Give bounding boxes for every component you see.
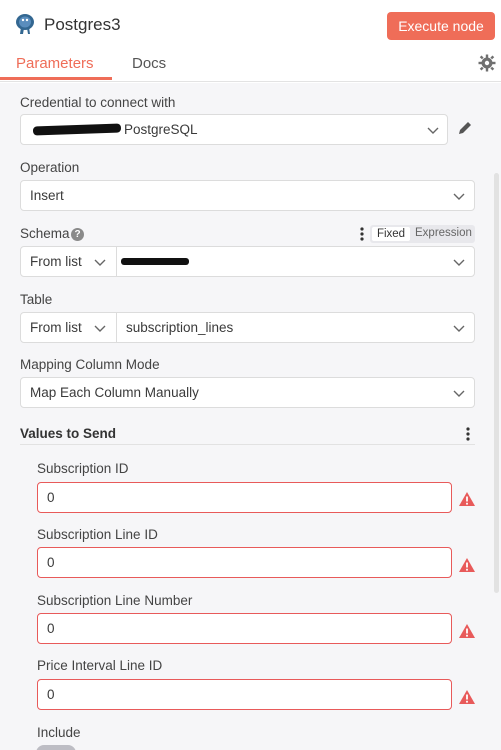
value-input[interactable]: 0 (37, 679, 452, 710)
field-label: Subscription Line Number (37, 593, 193, 608)
warning-icon (459, 690, 475, 704)
value-input[interactable]: 0 (37, 482, 452, 513)
tab-bar: Parameters Docs (0, 50, 501, 82)
active-tab-indicator (0, 77, 112, 80)
schema-select[interactable]: From list (20, 246, 475, 277)
mapping-select[interactable]: Map Each Column Manually (20, 377, 475, 408)
table-label: Table (20, 292, 53, 307)
tab-parameters[interactable]: Parameters (16, 55, 94, 72)
fixed-expression-toggle[interactable]: Fixed Expression (370, 225, 475, 243)
value-text: 0 (47, 687, 55, 702)
scrollbar[interactable] (494, 173, 499, 593)
redacted-mark (121, 258, 189, 265)
mapping-label: Mapping Column Mode (20, 357, 160, 372)
pencil-icon[interactable] (457, 120, 473, 136)
credential-value: PostgreSQL (124, 122, 198, 137)
warning-icon (459, 492, 475, 506)
mapping-value: Map Each Column Manually (30, 385, 199, 400)
operation-select[interactable]: Insert (20, 180, 475, 211)
schema-label: Schema (20, 226, 70, 241)
include-label: Include (37, 725, 81, 740)
node-title[interactable]: Postgres3 (44, 15, 121, 35)
table-value: subscription_lines (126, 320, 234, 335)
operation-value: Insert (30, 188, 64, 203)
chevron-down-icon (453, 325, 465, 332)
schema-mode-value[interactable]: From list (30, 254, 82, 269)
value-input[interactable]: 0 (37, 613, 452, 644)
field-divider (116, 247, 117, 276)
include-toggle[interactable] (36, 745, 76, 750)
more-options-icon[interactable] (360, 227, 364, 241)
parameters-panel: Credential to connect with PostgreSQL Op… (0, 83, 501, 750)
chevron-down-icon (453, 259, 465, 266)
chevron-down-icon[interactable] (94, 323, 106, 333)
values-section-title: Values to Send (20, 426, 117, 441)
value-text: 0 (47, 490, 55, 505)
postgres-elephant-icon (16, 14, 34, 34)
chevron-down-icon (453, 193, 465, 200)
credential-select[interactable]: PostgreSQL (20, 114, 448, 145)
chevron-down-icon[interactable] (94, 257, 106, 267)
value-text: 0 (47, 555, 55, 570)
field-divider (116, 313, 117, 342)
toggle-expression[interactable]: Expression (415, 227, 472, 239)
toggle-fixed[interactable]: Fixed (372, 227, 410, 241)
field-label: Subscription Line ID (37, 527, 158, 542)
node-header: Postgres3 Execute node (0, 0, 501, 50)
section-divider (20, 444, 475, 445)
table-select[interactable]: From list subscription_lines (20, 312, 475, 343)
execute-node-button[interactable]: Execute node (387, 12, 495, 40)
field-label: Price Interval Line ID (37, 658, 163, 673)
value-input[interactable]: 0 (37, 547, 452, 578)
tab-docs[interactable]: Docs (132, 55, 166, 72)
operation-label: Operation (20, 160, 80, 175)
warning-icon (459, 558, 475, 572)
help-icon[interactable]: ? (71, 228, 84, 241)
gear-icon[interactable] (478, 54, 496, 72)
warning-icon (459, 624, 475, 638)
more-options-icon[interactable] (466, 427, 470, 441)
field-label: Subscription ID (37, 461, 129, 476)
table-mode-value[interactable]: From list (30, 320, 82, 335)
credential-label: Credential to connect with (20, 95, 176, 110)
chevron-down-icon (453, 390, 465, 397)
chevron-down-icon (427, 127, 439, 134)
value-text: 0 (47, 621, 55, 636)
redacted-mark (32, 123, 122, 136)
